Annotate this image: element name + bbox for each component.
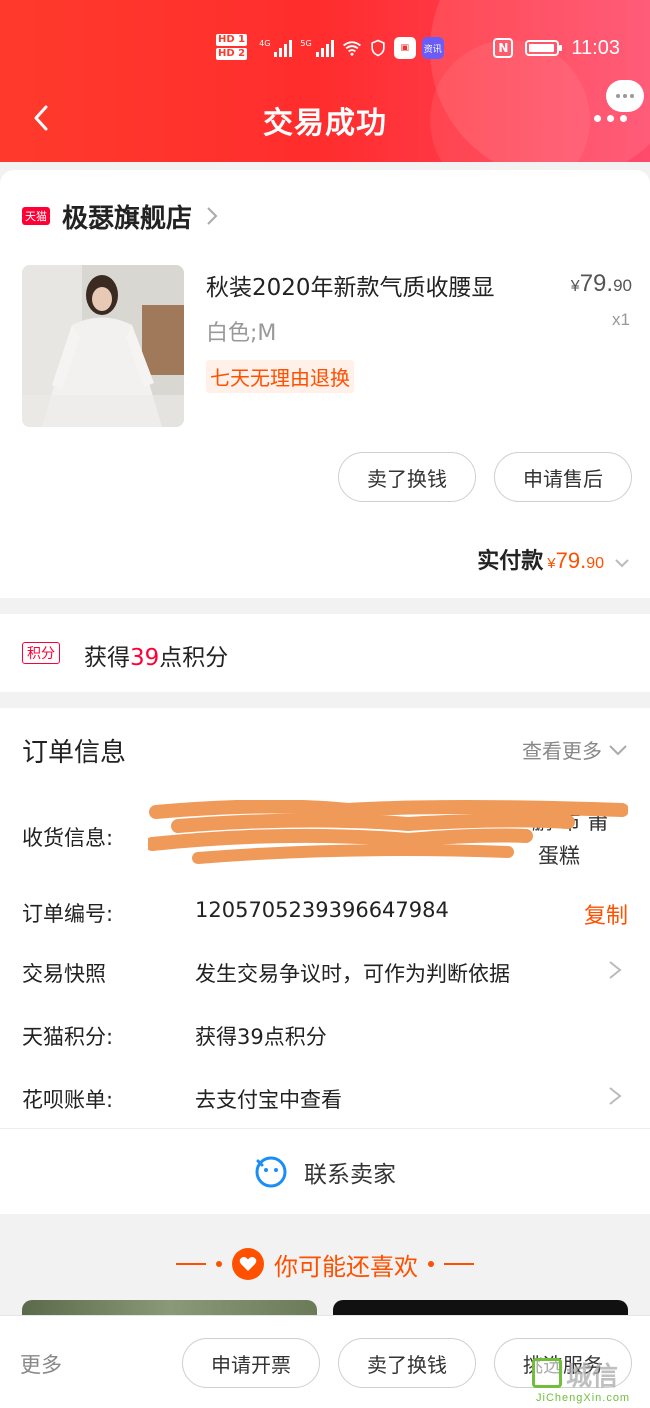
huabei-value[interactable]: 去支付宝中查看: [195, 1084, 342, 1114]
nfc-icon: N: [493, 38, 514, 58]
points-badge: 积分: [22, 642, 60, 664]
wifi-icon: [342, 41, 361, 56]
heart-icon: [232, 1248, 264, 1280]
product-title[interactable]: 秋装2020年新款气质收腰显: [206, 268, 495, 302]
shipping-label: 收货信息:: [22, 826, 114, 850]
after-sales-button[interactable]: 申请售后: [494, 452, 632, 502]
divider-dot-left: [216, 1261, 222, 1267]
paid-price: ¥79.90: [547, 548, 604, 574]
battery-icon: [525, 40, 563, 56]
product-price: ¥79.90: [571, 270, 632, 298]
hd2-label: HD 2: [216, 48, 248, 60]
signal-5g-icon: 5G: [300, 39, 334, 57]
status-time: 11:03: [571, 36, 620, 59]
snapshot-label: 交易快照: [22, 962, 106, 986]
watermark-en: JiChengXin.com: [536, 1392, 631, 1404]
chevron-down-icon: [609, 744, 627, 755]
sell-button[interactable]: 卖了换钱: [338, 452, 476, 502]
price-decimal: 90: [613, 276, 632, 295]
shield-icon: [371, 39, 385, 57]
divider-dot-right: [428, 1261, 434, 1267]
watermark-cn: 城信: [566, 1362, 619, 1392]
huabei-label: 花呗账单:: [22, 1088, 114, 1112]
recommend-title: 你可能还喜欢: [274, 1252, 418, 1281]
redaction-scribble: [148, 800, 628, 864]
chevron-down-icon: [615, 559, 629, 568]
news-app-icon: 资讯: [421, 37, 444, 59]
hd1-label: HD 1: [216, 34, 248, 46]
product-photo: [22, 265, 184, 427]
see-more-button[interactable]: 查看更多: [522, 735, 628, 764]
chevron-right-icon[interactable]: [608, 960, 622, 980]
status-bar: HD 1 HD 2 4G 5G ▣ 资讯 N 11:03: [216, 28, 620, 68]
contact-seller-label: 联系卖家: [304, 1161, 396, 1188]
service-face-icon: [255, 1156, 287, 1187]
order-number: 1205705239396647984: [195, 898, 449, 922]
order-number-label: 订单编号:: [22, 902, 114, 926]
watermark-logo: 城信 JiChengXin.com: [526, 1356, 646, 1406]
tmall-points-value: 获得39点积分: [195, 1025, 327, 1049]
more-link[interactable]: 更多: [20, 1349, 62, 1379]
tmall-points-label: 天猫积分:: [22, 1025, 114, 1049]
sell-button[interactable]: 卖了换钱: [338, 1338, 476, 1388]
paid-label: 实付款: [477, 549, 544, 574]
divider-left: [176, 1263, 206, 1265]
net-4g-label: 4G: [259, 39, 271, 48]
header: HD 1 HD 2 4G 5G ▣ 资讯 N 11:03 交易成功: [0, 0, 650, 162]
shop-link[interactable]: 天猫 极瑟旗舰店: [22, 200, 218, 234]
copy-button[interactable]: 复制: [584, 898, 628, 930]
net-5g-label: 5G: [300, 39, 312, 48]
product-quantity: x1: [612, 310, 630, 329]
points-number: 39: [130, 645, 160, 671]
product-image[interactable]: [22, 265, 184, 427]
invoice-button[interactable]: 申请开票: [182, 1338, 320, 1388]
currency-symbol: ¥: [547, 555, 556, 572]
snapshot-value[interactable]: 发生交易争议时，可作为判断依据: [195, 958, 510, 988]
price-integer: 79.: [579, 270, 614, 297]
order-info-title: 订单信息: [22, 738, 127, 768]
app-notification-icon: ▣: [393, 37, 416, 59]
page-title: 交易成功: [263, 106, 387, 141]
points-prefix: 获得: [84, 645, 130, 671]
hd-indicator: HD 1 HD 2: [216, 34, 248, 62]
more-menu-button[interactable]: [590, 104, 630, 132]
recommend-header: 你可能还喜欢: [0, 1244, 650, 1284]
currency-symbol: ¥: [570, 278, 580, 295]
tmall-badge: 天猫: [22, 207, 50, 225]
chevron-right-icon[interactable]: [608, 1086, 622, 1106]
paid-amount-row[interactable]: 实付款 ¥79.90: [477, 543, 630, 575]
points-text: 获得39点积分: [84, 638, 228, 672]
product-sku: 白色;M: [206, 321, 277, 346]
chevron-right-icon: [207, 207, 218, 225]
price-integer: 79.: [555, 548, 587, 573]
news-app-label: 资讯: [423, 44, 442, 55]
divider-right: [444, 1263, 474, 1265]
price-decimal: 90: [586, 555, 604, 572]
return-policy-tag: 七天无理由退换: [206, 360, 354, 393]
see-more-label: 查看更多: [522, 739, 602, 763]
watermark-box: [532, 1358, 562, 1388]
contact-seller-button[interactable]: 联系卖家: [0, 1128, 650, 1214]
signal-4g-icon: 4G: [259, 39, 293, 57]
points-suffix: 点积分: [159, 645, 229, 671]
shop-name: 极瑟旗舰店: [62, 203, 193, 234]
